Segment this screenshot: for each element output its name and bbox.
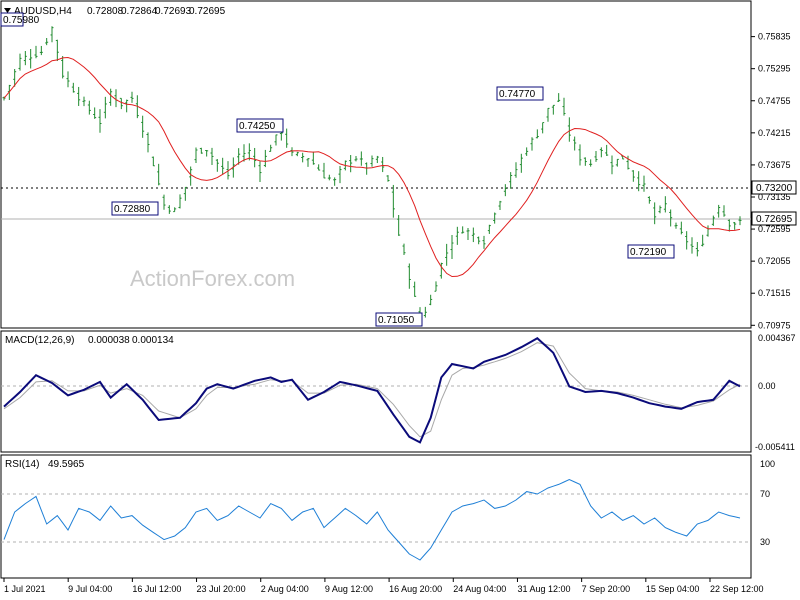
time-tick-label: 16 Aug 20:00 (389, 584, 442, 594)
svg-text:0.72880: 0.72880 (114, 204, 151, 215)
header-open: 0.72808 (87, 6, 124, 17)
time-tick-label: 1 Jul 2021 (4, 584, 46, 594)
svg-text:0.72695: 0.72695 (756, 214, 793, 225)
price-tick-label: 0.72595 (758, 224, 791, 234)
rsi-label: RSI(14) (5, 459, 39, 470)
price-tick-label: 0.71515 (758, 288, 791, 298)
time-tick-label: 16 Jul 12:00 (132, 584, 181, 594)
svg-text:100: 100 (760, 459, 775, 469)
svg-text:0.74770: 0.74770 (499, 89, 536, 100)
header-low: 0.72693 (155, 6, 192, 17)
svg-text:30: 30 (760, 537, 770, 547)
time-axis: 1 Jul 2021 9 Jul 04:00 16 Jul 12:00 23 Jul … (3, 578, 764, 594)
price-tick-label: 0.70975 (758, 320, 791, 330)
svg-text:0.00: 0.00 (758, 381, 776, 391)
annotation-4: 0.74770 (496, 86, 544, 101)
svg-text:0.004367: 0.004367 (758, 333, 796, 343)
axis-box-current: 0.72695 (751, 211, 797, 226)
watermark: ActionForex.com (130, 266, 295, 291)
svg-text:70: 70 (760, 489, 770, 499)
svg-text:0.72190: 0.72190 (630, 247, 667, 258)
macd-label: MACD(12,26,9) (5, 335, 74, 346)
time-tick-label: 15 Sep 04:00 (646, 584, 700, 594)
rsi-axis: 100 70 30 (760, 459, 775, 547)
time-tick-label: 7 Sep 20:00 (582, 584, 631, 594)
macd-value: 0.000038 (88, 335, 130, 346)
price-tick-label: 0.75835 (758, 32, 791, 42)
price-tick-label: 0.74215 (758, 128, 791, 138)
axis-box-resistance: 0.73200 (751, 180, 797, 195)
svg-text:-0.005411: -0.005411 (755, 442, 795, 452)
rsi-value: 49.5965 (48, 459, 85, 470)
svg-text:0.75980: 0.75980 (3, 15, 40, 26)
time-tick-label: 22 Sep 12:00 (710, 584, 764, 594)
time-tick-label: 31 Aug 12:00 (517, 584, 570, 594)
time-tick-label: 23 Jul 20:00 (197, 584, 246, 594)
rsi-panel[interactable] (0, 454, 752, 579)
header-close: 0.72695 (189, 6, 226, 17)
annotation-0: 0.75980 (0, 12, 40, 27)
annotation-2: 0.72880 (111, 201, 159, 216)
svg-text:0.71050: 0.71050 (378, 315, 415, 326)
annotation-1: 0.74250 (236, 118, 284, 133)
price-tick-label: 0.73675 (758, 160, 791, 170)
svg-text:0.74250: 0.74250 (239, 121, 276, 132)
header-high: 0.72864 (121, 6, 158, 17)
time-tick-label: 9 Jul 04:00 (68, 584, 112, 594)
annotation-3: 0.71050 (375, 312, 423, 327)
macd-signal-value: 0.000134 (132, 335, 174, 346)
time-tick-label: 9 Aug 12:00 (325, 584, 373, 594)
price-tick-label: 0.74755 (758, 96, 791, 106)
price-tick-label: 0.72055 (758, 256, 791, 266)
annotation-5: 0.72190 (627, 244, 675, 259)
time-tick-label: 2 Aug 04:00 (261, 584, 309, 594)
macd-axis: 0.004367 0.00 -0.005411 (755, 333, 796, 452)
svg-text:0.73200: 0.73200 (756, 183, 793, 194)
price-tick-label: 0.75295 (758, 64, 791, 74)
time-tick-label: 24 Aug 04:00 (453, 584, 506, 594)
forex-chart: ActionForex.com AUDUSD,H4 0.72808 0.7286… (0, 0, 797, 594)
